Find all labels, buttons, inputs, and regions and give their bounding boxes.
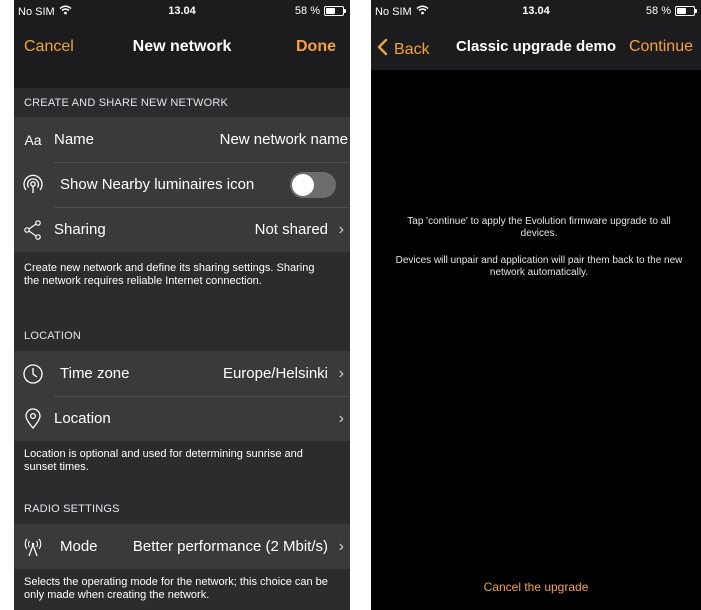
- name-value[interactable]: New network name: [220, 131, 348, 148]
- cancel-upgrade-button[interactable]: Cancel the upgrade: [371, 580, 701, 594]
- location-section-group: Time zone Europe/Helsinki › Location ›: [14, 351, 350, 441]
- mode-label: Mode: [60, 538, 98, 555]
- nearby-row: Show Nearby luminaires icon: [14, 162, 350, 207]
- timezone-value: Europe/Helsinki: [222, 365, 328, 382]
- upgrade-screen: No SIM 13.04 58 % Back Classic upgrade d…: [371, 0, 701, 610]
- clock-icon: [22, 363, 44, 385]
- nearby-icon: [22, 174, 44, 196]
- radio-section-group: Mode Better performance (2 Mbit/s) ›: [14, 524, 350, 569]
- battery-level: [326, 8, 335, 14]
- timezone-row[interactable]: Time zone Europe/Helsinki ›: [14, 351, 350, 396]
- battery-level: [677, 8, 686, 14]
- unpair-info-text: Devices will unpair and application will…: [395, 255, 683, 278]
- battery-icon: [675, 6, 697, 16]
- location-section-header: LOCATION: [24, 330, 82, 342]
- share-icon: [22, 219, 44, 241]
- radio-section-header: RADIO SETTINGS: [24, 503, 120, 515]
- battery-percent: 58 %: [645, 5, 671, 17]
- create-section-group: Aa Name New network name Show Nearby lum…: [14, 117, 350, 252]
- location-label: Location: [54, 410, 111, 427]
- new-network-screen: No SIM 13.04 58 % Cancel New network Don…: [14, 0, 350, 610]
- sharing-row[interactable]: Sharing Not shared ›: [14, 207, 350, 252]
- location-row[interactable]: Location ›: [14, 396, 350, 441]
- upgrade-info-text: Tap 'continue' to apply the Evolution fi…: [407, 216, 671, 239]
- nav-bar: Back Classic upgrade demo Continue: [371, 22, 701, 70]
- name-row[interactable]: Aa Name New network name: [14, 117, 350, 162]
- mode-value: Better performance (2 Mbit/s): [132, 538, 328, 555]
- timezone-label: Time zone: [60, 365, 130, 382]
- antenna-icon: [22, 536, 44, 558]
- toggle-knob: [292, 173, 314, 196]
- chevron-right-icon: ›: [338, 409, 344, 427]
- radio-section-footer: Selects the operating mode for the netwo…: [24, 576, 328, 601]
- nearby-toggle[interactable]: [290, 171, 336, 198]
- location-section-footer: Location is optional and used for determ…: [24, 448, 303, 473]
- create-section-header: CREATE AND SHARE NEW NETWORK: [24, 97, 229, 109]
- chevron-right-icon: ›: [338, 220, 344, 238]
- sharing-label: Sharing: [54, 221, 106, 238]
- name-label: Name: [54, 131, 95, 148]
- text-size-icon: Aa: [24, 131, 42, 148]
- done-button[interactable]: Done: [296, 38, 336, 56]
- status-bar: No SIM 13.04 58 %: [371, 0, 701, 22]
- mode-row[interactable]: Mode Better performance (2 Mbit/s) ›: [14, 524, 350, 569]
- battery-percent: 58 %: [294, 5, 320, 17]
- create-section-footer: Create new network and define its sharin…: [24, 262, 315, 287]
- chevron-right-icon: ›: [338, 364, 344, 382]
- battery-icon: [324, 6, 346, 16]
- status-bar: No SIM 13.04 58 %: [14, 0, 350, 22]
- nearby-label: Show Nearby luminaires icon: [60, 176, 255, 193]
- sharing-value: Not shared: [254, 221, 328, 238]
- continue-button[interactable]: Continue: [629, 38, 693, 56]
- nav-bar: Cancel New network Done: [14, 22, 350, 70]
- location-pin-icon: [22, 407, 44, 430]
- chevron-right-icon: ›: [338, 537, 344, 555]
